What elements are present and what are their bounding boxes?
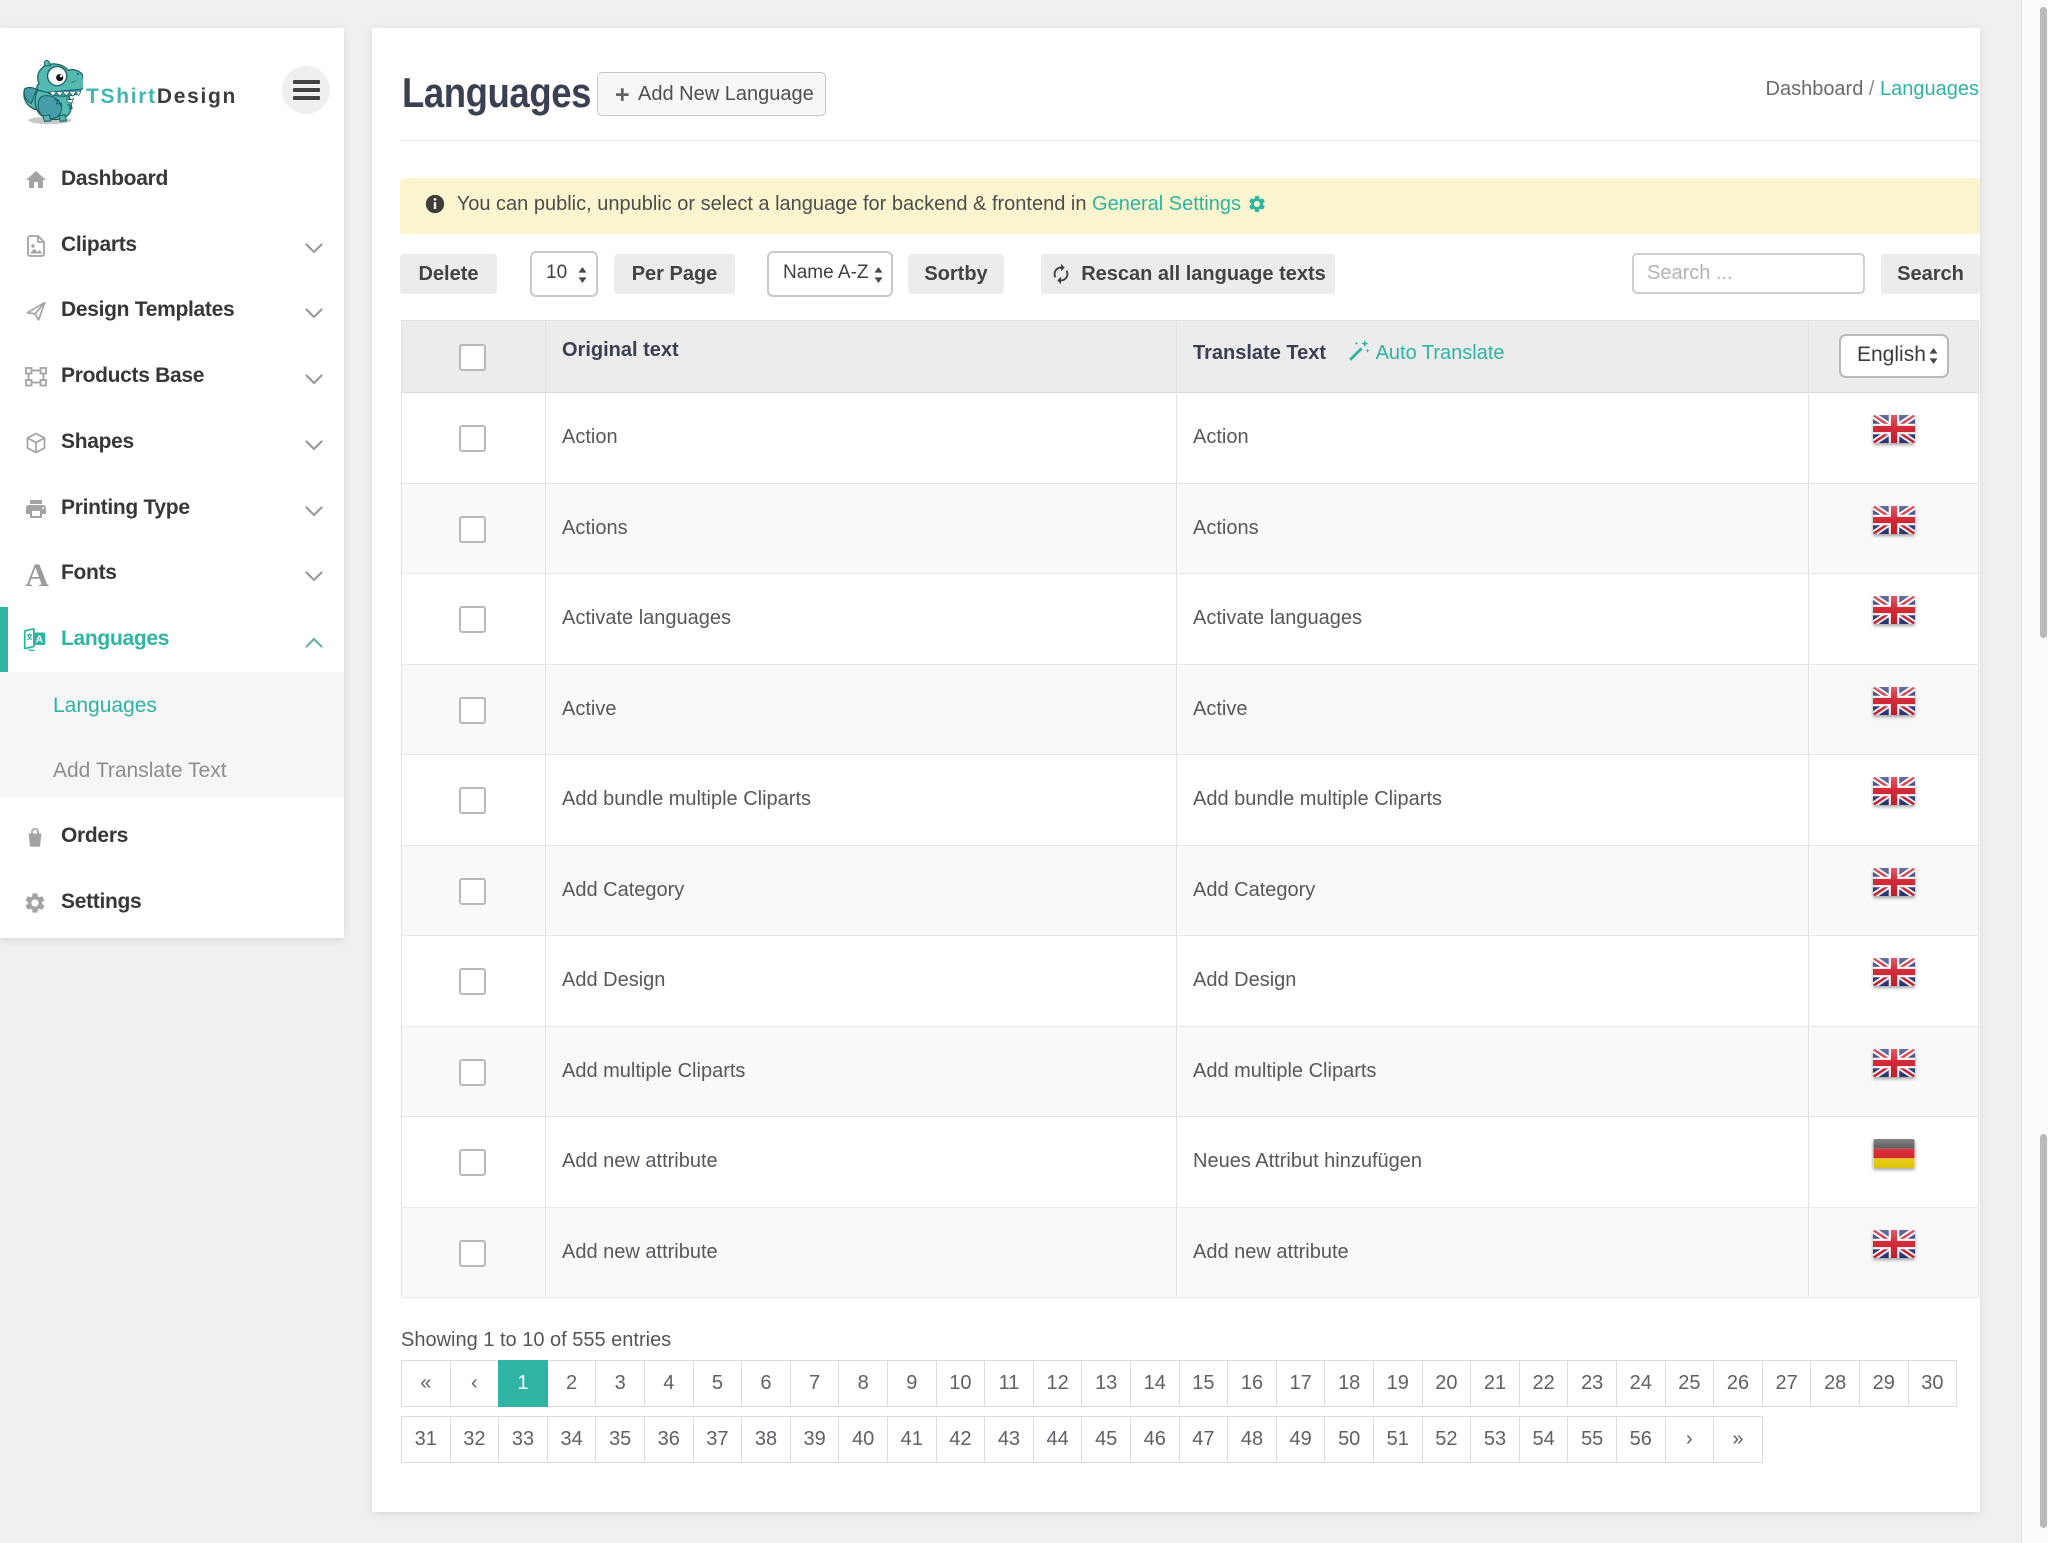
svg-text:A: A [25,562,49,589]
svg-text:A: A [36,635,44,646]
